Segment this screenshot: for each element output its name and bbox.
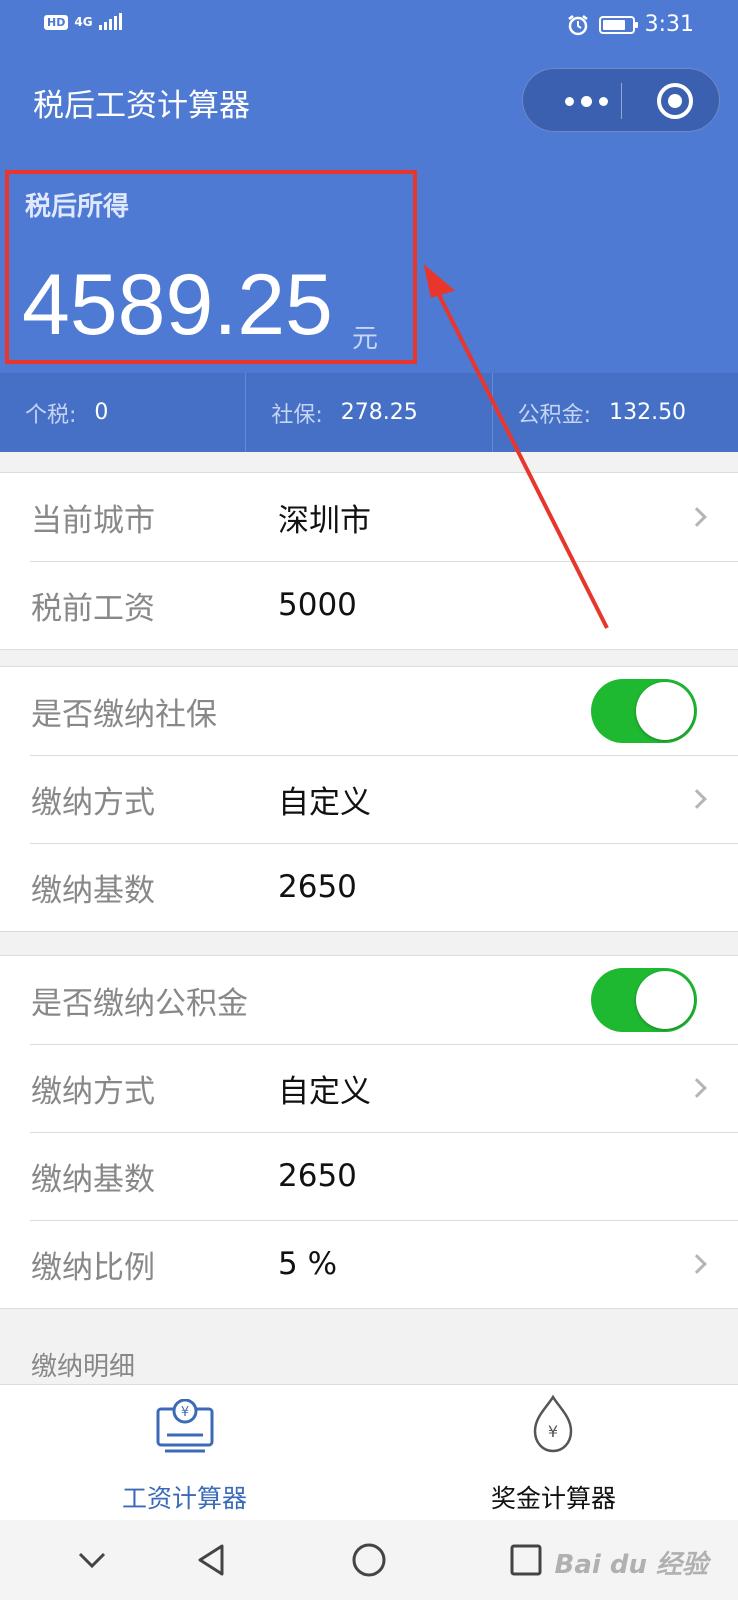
home-circle-icon[interactable] [349, 1540, 389, 1580]
social-toggle-switch[interactable] [591, 679, 697, 743]
basic-group: 当前城市 深圳市 税前工资 5000 [0, 472, 738, 650]
social-base-label: 缴纳基数 [31, 872, 155, 909]
summary-tax: 个税: 0 [0, 373, 247, 452]
header: HD 4G 3:31 税后工资计算器 税后所得 4589.25 元 个税: 0 … [0, 0, 738, 452]
status-bar: HD 4G 3:31 [0, 0, 738, 52]
fund-ratio-row[interactable]: 缴纳比例 5 % [0, 1220, 738, 1308]
summary-value: 278.25 [340, 400, 418, 425]
annotation-highlight-box [5, 170, 417, 364]
summary-fund: 公积金: 132.50 [493, 373, 738, 452]
chevron-right-icon [687, 507, 707, 527]
social-mode-row[interactable]: 缴纳方式 自定义 [0, 755, 738, 843]
fund-mode-value: 自定义 [278, 1073, 371, 1110]
salary-label: 税前工资 [31, 590, 155, 627]
chevron-down-icon[interactable] [72, 1540, 112, 1580]
summary-key: 个税: [25, 402, 77, 428]
tab-bar: ¥ 工资计算器 ¥ 奖金计算器 [0, 1384, 738, 1520]
miniprogram-capsule [522, 68, 720, 132]
chevron-right-icon [687, 1254, 707, 1274]
back-triangle-icon[interactable] [192, 1540, 232, 1580]
summary-value: 132.50 [609, 400, 687, 425]
money-bag-icon: ¥ [533, 1394, 573, 1453]
fund-toggle-label: 是否缴纳公积金 [31, 985, 248, 1022]
svg-text:¥: ¥ [181, 1405, 189, 1420]
fund-base-label: 缴纳基数 [31, 1161, 155, 1198]
city-label: 当前城市 [31, 502, 155, 539]
chevron-right-icon [687, 789, 707, 809]
salary-row: 税前工资 5000 [0, 561, 738, 649]
watermark: Bai du 经验 [554, 1550, 709, 1580]
summary-value: 0 [94, 400, 109, 425]
city-row[interactable]: 当前城市 深圳市 [0, 473, 738, 561]
fund-mode-row[interactable]: 缴纳方式 自定义 [0, 1044, 738, 1132]
tab-bonus-calculator[interactable]: ¥ 奖金计算器 [369, 1385, 738, 1521]
system-nav-bar: Bai du 经验 [0, 1520, 738, 1600]
social-mode-label: 缴纳方式 [31, 784, 155, 821]
fund-base-input[interactable]: 2650 [278, 1158, 357, 1194]
alarm-icon [567, 14, 588, 35]
page-title: 税后工资计算器 [33, 88, 250, 124]
social-toggle-row: 是否缴纳社保 [0, 667, 738, 755]
tab-bonus-label: 奖金计算器 [490, 1484, 616, 1513]
status-right: 3:31 [567, 12, 694, 37]
signal-icon [98, 13, 122, 30]
fund-mode-label: 缴纳方式 [31, 1073, 155, 1110]
tab-salary-calculator[interactable]: ¥ 工资计算器 [0, 1385, 369, 1521]
capsule-divider [621, 83, 622, 119]
hd-badge: HD [44, 14, 69, 30]
fund-ratio-label: 缴纳比例 [31, 1249, 155, 1286]
chevron-right-icon [687, 1078, 707, 1098]
battery-icon [598, 15, 638, 34]
status-left: HD 4G [44, 13, 122, 30]
social-base-input[interactable]: 2650 [278, 869, 357, 905]
social-group: 是否缴纳社保 缴纳方式 自定义 缴纳基数 2650 [0, 666, 738, 932]
social-mode-value: 自定义 [278, 784, 371, 821]
summary-key: 社保: [271, 402, 323, 428]
summary-social: 社保: 278.25 [246, 373, 493, 452]
network-label: 4G [74, 15, 93, 29]
fund-ratio-value: 5 % [278, 1246, 338, 1282]
detail-section-label: 缴纳明细 [31, 1352, 136, 1382]
summary-bar: 个税: 0 社保: 278.25 公积金: 132.50 [0, 373, 738, 452]
social-base-row: 缴纳基数 2650 [0, 843, 738, 931]
summary-key: 公积金: [517, 402, 592, 428]
fund-toggle-row: 是否缴纳公积金 [0, 956, 738, 1044]
city-value: 深圳市 [278, 502, 371, 539]
tab-salary-label: 工资计算器 [121, 1484, 247, 1513]
clock: 3:31 [644, 12, 694, 37]
fund-group: 是否缴纳公积金 缴纳方式 自定义 缴纳基数 2650 缴纳比例 5 % [0, 955, 738, 1309]
fund-toggle-switch[interactable] [591, 968, 697, 1032]
fund-base-row: 缴纳基数 2650 [0, 1132, 738, 1220]
recents-square-icon[interactable] [506, 1540, 546, 1580]
svg-text:¥: ¥ [548, 1422, 558, 1441]
salary-input[interactable]: 5000 [278, 587, 357, 623]
more-dots-icon[interactable] [551, 87, 621, 115]
social-toggle-label: 是否缴纳社保 [31, 696, 217, 733]
salary-monitor-icon: ¥ [156, 1399, 214, 1453]
target-circle-icon[interactable] [657, 83, 693, 119]
